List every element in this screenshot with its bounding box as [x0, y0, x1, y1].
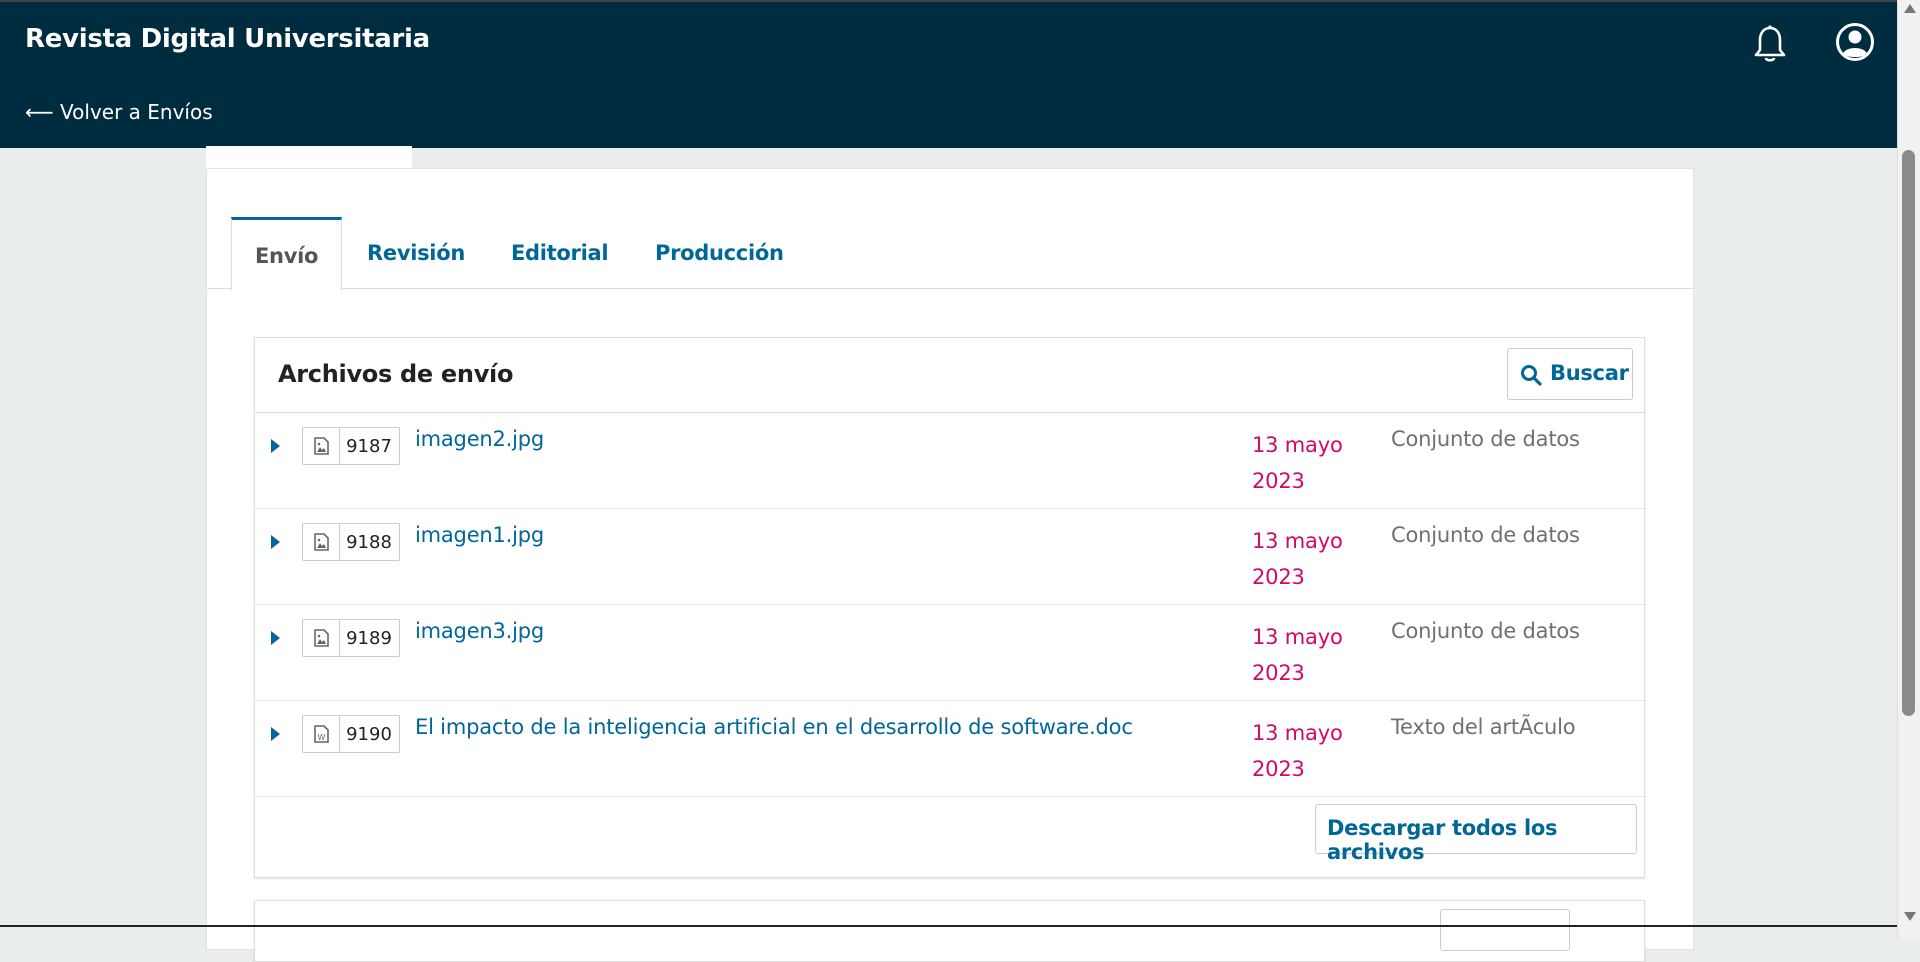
- bell-icon[interactable]: [1752, 24, 1788, 64]
- vertical-scrollbar[interactable]: [1897, 0, 1920, 939]
- image-file-icon: [314, 437, 329, 455]
- file-id: 9189: [346, 628, 392, 649]
- file-id-box: 9189: [302, 619, 400, 657]
- file-name-link[interactable]: imagen3.jpg: [415, 619, 544, 643]
- scroll-up-arrow-icon[interactable]: [1904, 4, 1916, 13]
- image-file-icon: [314, 533, 329, 551]
- back-to-submissions-link[interactable]: ⟵ Volver a Envíos: [25, 100, 213, 124]
- file-type: Conjunto de datos: [1391, 619, 1580, 643]
- svg-text:W: W: [318, 733, 326, 742]
- file-date: 13 mayo 2023: [1252, 625, 1343, 685]
- expand-caret-icon[interactable]: [271, 535, 280, 549]
- top-header: Revista Digital Universitaria ⟵ Volver a…: [0, 0, 1897, 148]
- search-button-label: Buscar: [1550, 361, 1629, 385]
- submission-workflow-card: Envío Revisión Editorial Producción Arch…: [206, 168, 1694, 962]
- file-id-box: W 9190: [302, 715, 400, 753]
- expand-caret-icon[interactable]: [271, 439, 280, 453]
- tab-produccion[interactable]: Producción: [655, 217, 784, 287]
- window-bottom-border: [0, 925, 1897, 927]
- file-row: W 9190 El impacto de la inteligencia art…: [255, 701, 1644, 797]
- file-id: 9190: [346, 724, 392, 745]
- workflow-tabs: Envío Revisión Editorial Producción: [207, 217, 1693, 291]
- image-file-icon: [314, 629, 329, 647]
- site-title[interactable]: Revista Digital Universitaria: [25, 24, 430, 54]
- download-all-label: Descargar todos los archivos: [1327, 816, 1558, 864]
- file-row: 9187 imagen2.jpg 13 mayo 2023 Conjunto d…: [255, 413, 1644, 509]
- word-file-icon: W: [314, 725, 329, 743]
- scroll-down-arrow-icon[interactable]: [1904, 912, 1916, 921]
- card-header-tab: [206, 146, 412, 168]
- file-date: 13 mayo 2023: [1252, 721, 1343, 781]
- file-type: Conjunto de datos: [1391, 523, 1580, 547]
- tab-revision[interactable]: Revisión: [367, 217, 465, 287]
- expand-caret-icon[interactable]: [271, 727, 280, 741]
- file-type: Conjunto de datos: [1391, 427, 1580, 451]
- file-row: 9189 imagen3.jpg 13 mayo 2023 Conjunto d…: [255, 605, 1644, 701]
- tab-editorial[interactable]: Editorial: [511, 217, 609, 287]
- tab-envio[interactable]: Envío: [231, 217, 343, 291]
- search-icon: [1521, 365, 1542, 386]
- user-account-icon[interactable]: [1835, 22, 1875, 62]
- search-button[interactable]: Buscar: [1507, 348, 1633, 400]
- file-type: Texto del artÃculo: [1391, 715, 1576, 739]
- file-date: 13 mayo 2023: [1252, 433, 1343, 493]
- next-panel-button-partial[interactable]: [1440, 909, 1570, 951]
- next-panel-partial: [254, 900, 1645, 962]
- file-id: 9188: [346, 532, 392, 553]
- file-id-box: 9187: [302, 427, 400, 465]
- panel-title: Archivos de envío: [278, 360, 514, 388]
- file-id: 9187: [346, 436, 392, 457]
- file-id-box: 9188: [302, 523, 400, 561]
- file-name-link[interactable]: imagen2.jpg: [415, 427, 544, 451]
- file-name-link[interactable]: El impacto de la inteligencia artificial…: [415, 715, 1133, 739]
- download-all-files-button[interactable]: Descargar todos los archivos: [1315, 804, 1637, 864]
- submission-files-panel: Archivos de envío Buscar 9187 imagen2.jp…: [254, 337, 1645, 878]
- panel-header: Archivos de envío Buscar: [255, 338, 1644, 413]
- file-name-link[interactable]: imagen1.jpg: [415, 523, 544, 547]
- scrollbar-thumb[interactable]: [1902, 150, 1915, 716]
- file-date: 13 mayo 2023: [1252, 529, 1343, 589]
- expand-caret-icon[interactable]: [271, 631, 280, 645]
- file-row: 9188 imagen1.jpg 13 mayo 2023 Conjunto d…: [255, 509, 1644, 605]
